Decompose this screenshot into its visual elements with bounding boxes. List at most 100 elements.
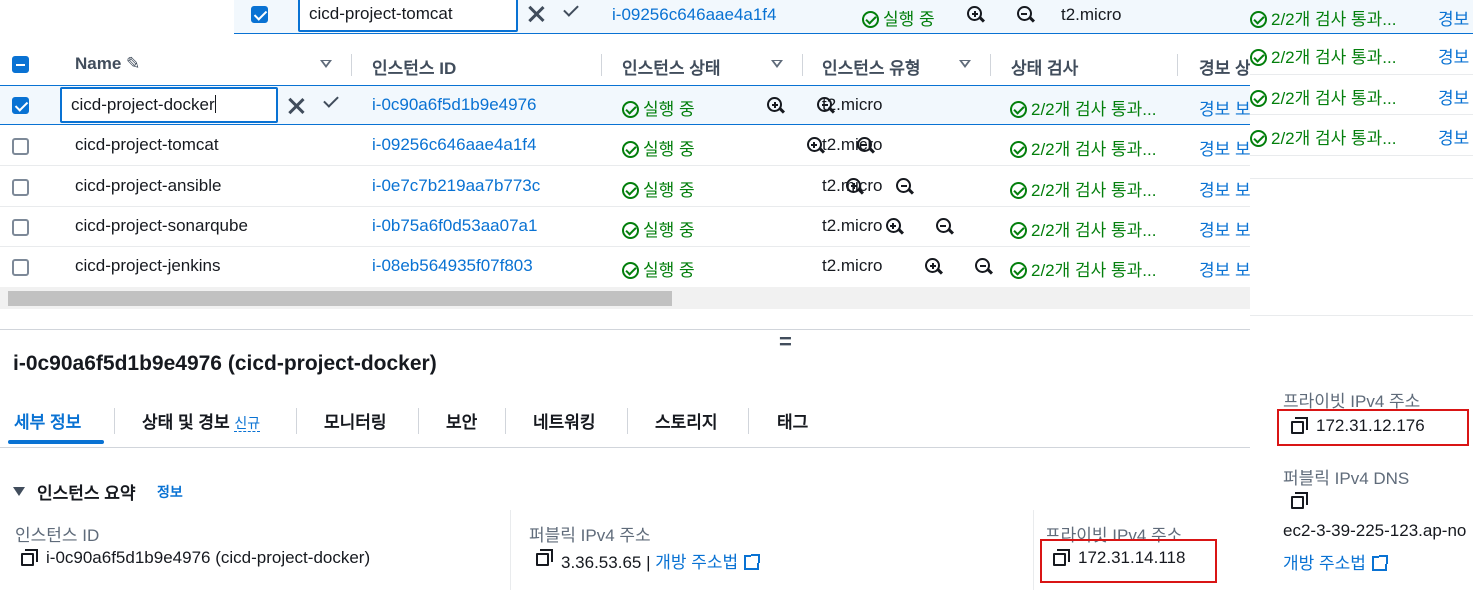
collapse-caret-icon[interactable] — [13, 487, 25, 496]
row-checkbox[interactable] — [12, 179, 29, 196]
overlay-row-checkbox[interactable] — [251, 6, 268, 23]
public-ipv4-value: 3.36.53.65 | 개방 주소법 — [561, 548, 761, 573]
horizontal-scrollbar-thumb[interactable] — [8, 291, 672, 306]
right-alarm-3[interactable]: 경보 — [1438, 124, 1469, 149]
instance-id-label: 인스턴스 ID — [15, 526, 100, 545]
success-icon — [1010, 262, 1027, 279]
right-alarm-1[interactable]: 경보 — [1438, 43, 1469, 68]
instance-id-link[interactable]: i-09256c646aae4a1f4 — [372, 135, 536, 155]
select-all-checkbox[interactable] — [12, 56, 29, 73]
tab-status-alarms[interactable]: 상태 및 경보 신규 — [142, 408, 261, 433]
right-status-check-1: 2/2개 검사 통과... — [1250, 43, 1396, 68]
sort-caret-icon[interactable] — [320, 60, 332, 68]
zoom-out-icon[interactable] — [935, 218, 954, 235]
detail-title: i-0c90a6f5d1b9e4976 (cicd-project-docker… — [13, 352, 437, 375]
instance-name: cicd-project-tomcat — [75, 135, 219, 154]
right-alarm-0[interactable]: 경보 — [1438, 5, 1469, 30]
zoom-in-icon[interactable] — [925, 258, 944, 275]
header-instance-state[interactable]: 인스턴스 상태 — [622, 54, 721, 79]
sort-caret-icon[interactable] — [771, 60, 783, 68]
instance-state: 실행 중 — [622, 256, 695, 281]
status-check: 2/2개 검사 통과... — [1010, 95, 1156, 120]
header-status-check[interactable]: 상태 검사 — [1011, 54, 1078, 79]
overlay-cancel-icon[interactable] — [527, 5, 545, 23]
new-badge: 신규 — [234, 415, 261, 432]
row-checkbox[interactable] — [12, 219, 29, 236]
copy-icon[interactable] — [1291, 492, 1308, 509]
tab-monitoring[interactable]: 모니터링 — [324, 408, 387, 433]
success-icon — [1010, 141, 1027, 158]
alarm-link[interactable]: 경보 보 — [1199, 95, 1250, 120]
zoom-in-icon[interactable] — [767, 97, 786, 114]
success-icon — [1010, 222, 1027, 239]
overlay-type: t2.micro — [1061, 5, 1122, 24]
tab-storage[interactable]: 스토리지 — [655, 408, 718, 433]
header-instance-id[interactable]: 인스턴스 ID — [372, 54, 456, 79]
tab-tags[interactable]: 태그 — [777, 408, 808, 433]
zoom-out-icon[interactable] — [896, 178, 915, 195]
success-icon — [622, 101, 639, 118]
tab-networking[interactable]: 네트워킹 — [533, 408, 596, 433]
success-icon — [1010, 182, 1027, 199]
status-check: 2/2개 검사 통과... — [1010, 216, 1156, 241]
success-icon — [622, 262, 639, 279]
name-edit-input[interactable]: cicd-project-docker — [60, 87, 278, 123]
overlay-row-2-fragment — [234, 35, 1250, 47]
instance-state: 실행 중 — [622, 216, 695, 241]
instance-id-link[interactable]: i-08eb564935f07f803 — [372, 256, 533, 276]
copy-icon[interactable] — [536, 549, 553, 566]
header-name[interactable]: Name ✎ — [75, 54, 140, 74]
alarm-link[interactable]: 경보 보 — [1199, 216, 1250, 241]
instance-id-link[interactable]: i-0e7c7b219aa7b773c — [372, 176, 540, 196]
status-check: 2/2개 검사 통과... — [1010, 256, 1156, 281]
instance-type: t2.micro — [822, 95, 883, 114]
right-status-check-3: 2/2개 검사 통과... — [1250, 124, 1396, 149]
zoom-out-icon[interactable] — [975, 258, 994, 275]
sort-caret-icon[interactable] — [959, 60, 971, 68]
copy-icon[interactable] — [1053, 549, 1070, 566]
status-check: 2/2개 검사 통과... — [1010, 135, 1156, 160]
section-title[interactable]: 인스턴스 요약 — [37, 479, 136, 504]
section-info-link[interactable]: 정보 — [157, 482, 183, 502]
right-open-address-link[interactable]: 개방 주소법 — [1283, 549, 1388, 574]
copy-icon[interactable] — [21, 549, 38, 566]
instance-name: cicd-project-sonarqube — [75, 216, 248, 235]
overlay-name-edit-input[interactable]: cicd-project-tomcat — [298, 0, 518, 32]
overlay-instance-id-link[interactable]: i-09256c646aae4a1f4 — [612, 5, 776, 25]
instance-id-value: i-0c90a6f5d1b9e4976 (cicd-project-docker… — [46, 548, 371, 567]
zoom-in-icon[interactable] — [885, 218, 904, 235]
instance-state: 실행 중 — [622, 95, 695, 120]
instance-id-link[interactable]: i-0c90a6f5d1b9e4976 — [372, 95, 536, 115]
tab-details[interactable]: 세부 정보 — [14, 408, 81, 433]
success-icon — [1250, 90, 1267, 107]
right-alarm-2[interactable]: 경보 — [1438, 84, 1469, 109]
panel-resize-handle[interactable]: = — [779, 329, 792, 355]
copy-icon[interactable] — [1291, 417, 1308, 434]
alarm-link[interactable]: 경보 보 — [1199, 256, 1250, 281]
open-address-link[interactable]: 개방 주소법 — [655, 553, 738, 572]
instance-type: t2.micro — [822, 135, 883, 154]
zoom-out-icon[interactable] — [1016, 6, 1035, 23]
zoom-in-icon[interactable] — [967, 6, 986, 23]
tab-security[interactable]: 보안 — [446, 408, 477, 433]
header-instance-type[interactable]: 인스턴스 유형 — [822, 54, 921, 79]
alarm-link[interactable]: 경보 보 — [1199, 135, 1250, 160]
public-ipv4-label: 퍼블릭 IPv4 주소 — [529, 526, 651, 545]
right-public-dns-value: ec2-3-39-225-123.ap-no — [1283, 521, 1467, 540]
instance-id-link[interactable]: i-0b75a6f0d53aa07a1 — [372, 216, 537, 236]
right-status-check-2: 2/2개 검사 통과... — [1250, 84, 1396, 109]
external-link-icon — [1371, 555, 1388, 571]
row-checkbox[interactable] — [12, 97, 29, 114]
status-check: 2/2개 검사 통과... — [1010, 176, 1156, 201]
zoom-in-icon[interactable] — [806, 137, 825, 154]
private-ipv4-value: 172.31.14.118 — [1078, 548, 1186, 567]
instance-state: 실행 중 — [622, 176, 695, 201]
header-alarm[interactable]: 경보 상 — [1199, 54, 1250, 79]
external-link-icon — [744, 554, 761, 570]
row-checkbox[interactable] — [12, 138, 29, 155]
row-checkbox[interactable] — [12, 259, 29, 276]
cancel-edit-icon[interactable] — [287, 97, 305, 115]
instance-type: t2.micro — [822, 256, 883, 275]
active-tab-indicator — [8, 440, 104, 444]
alarm-link[interactable]: 경보 보 — [1199, 176, 1250, 201]
